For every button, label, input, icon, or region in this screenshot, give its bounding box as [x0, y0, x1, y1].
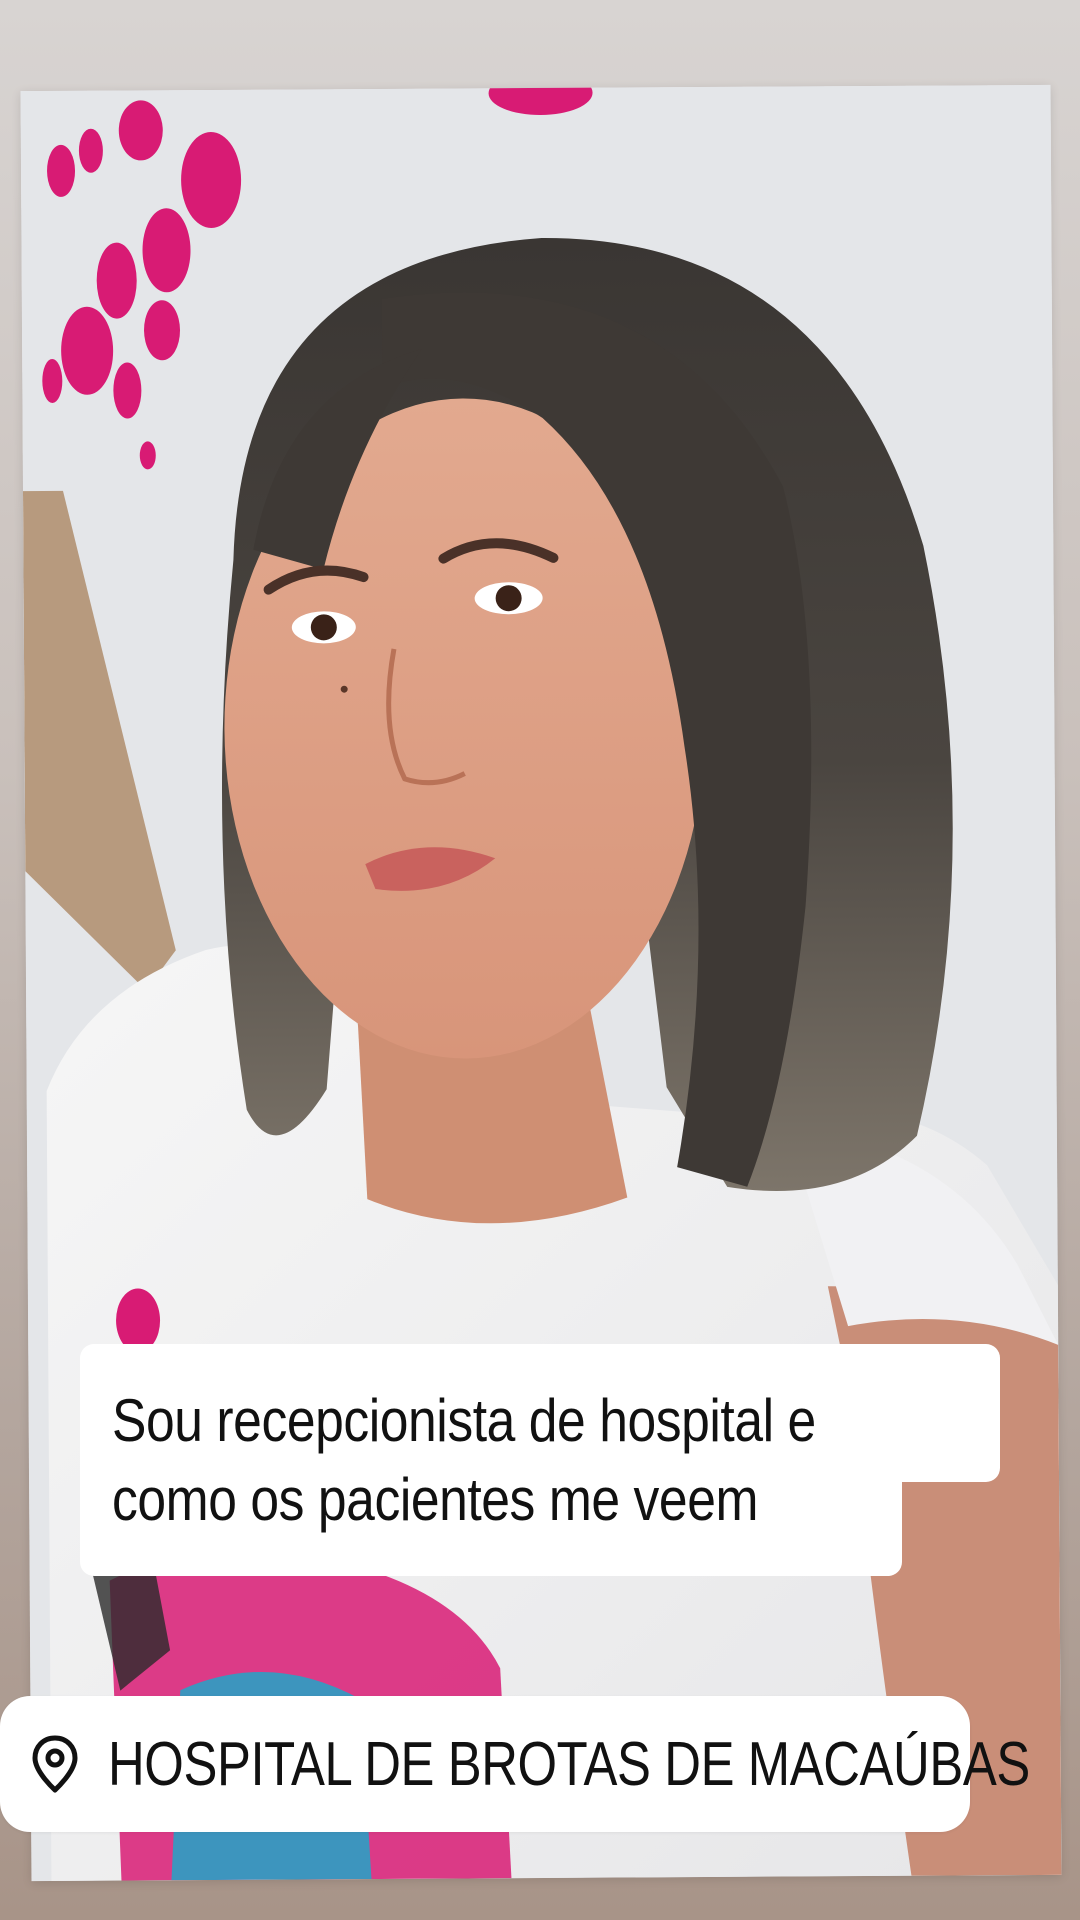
caption-line-1-text: Sou recepcionista de hospital e [112, 1387, 816, 1454]
location-sticker[interactable]: HOSPITAL DE BROTAS DE MACAÚBAS [0, 1696, 1030, 1832]
story-caption: Sou recepcionista de hospital e como os … [80, 1344, 1000, 1576]
caption-line-2-text: como os pacientes me veem [112, 1466, 759, 1533]
location-label: HOSPITAL DE BROTAS DE MACAÚBAS [108, 1729, 1030, 1799]
story-photo [20, 84, 1062, 1882]
location-pin-icon [28, 1734, 82, 1794]
caption-line-2: como os pacientes me veem [80, 1462, 902, 1576]
